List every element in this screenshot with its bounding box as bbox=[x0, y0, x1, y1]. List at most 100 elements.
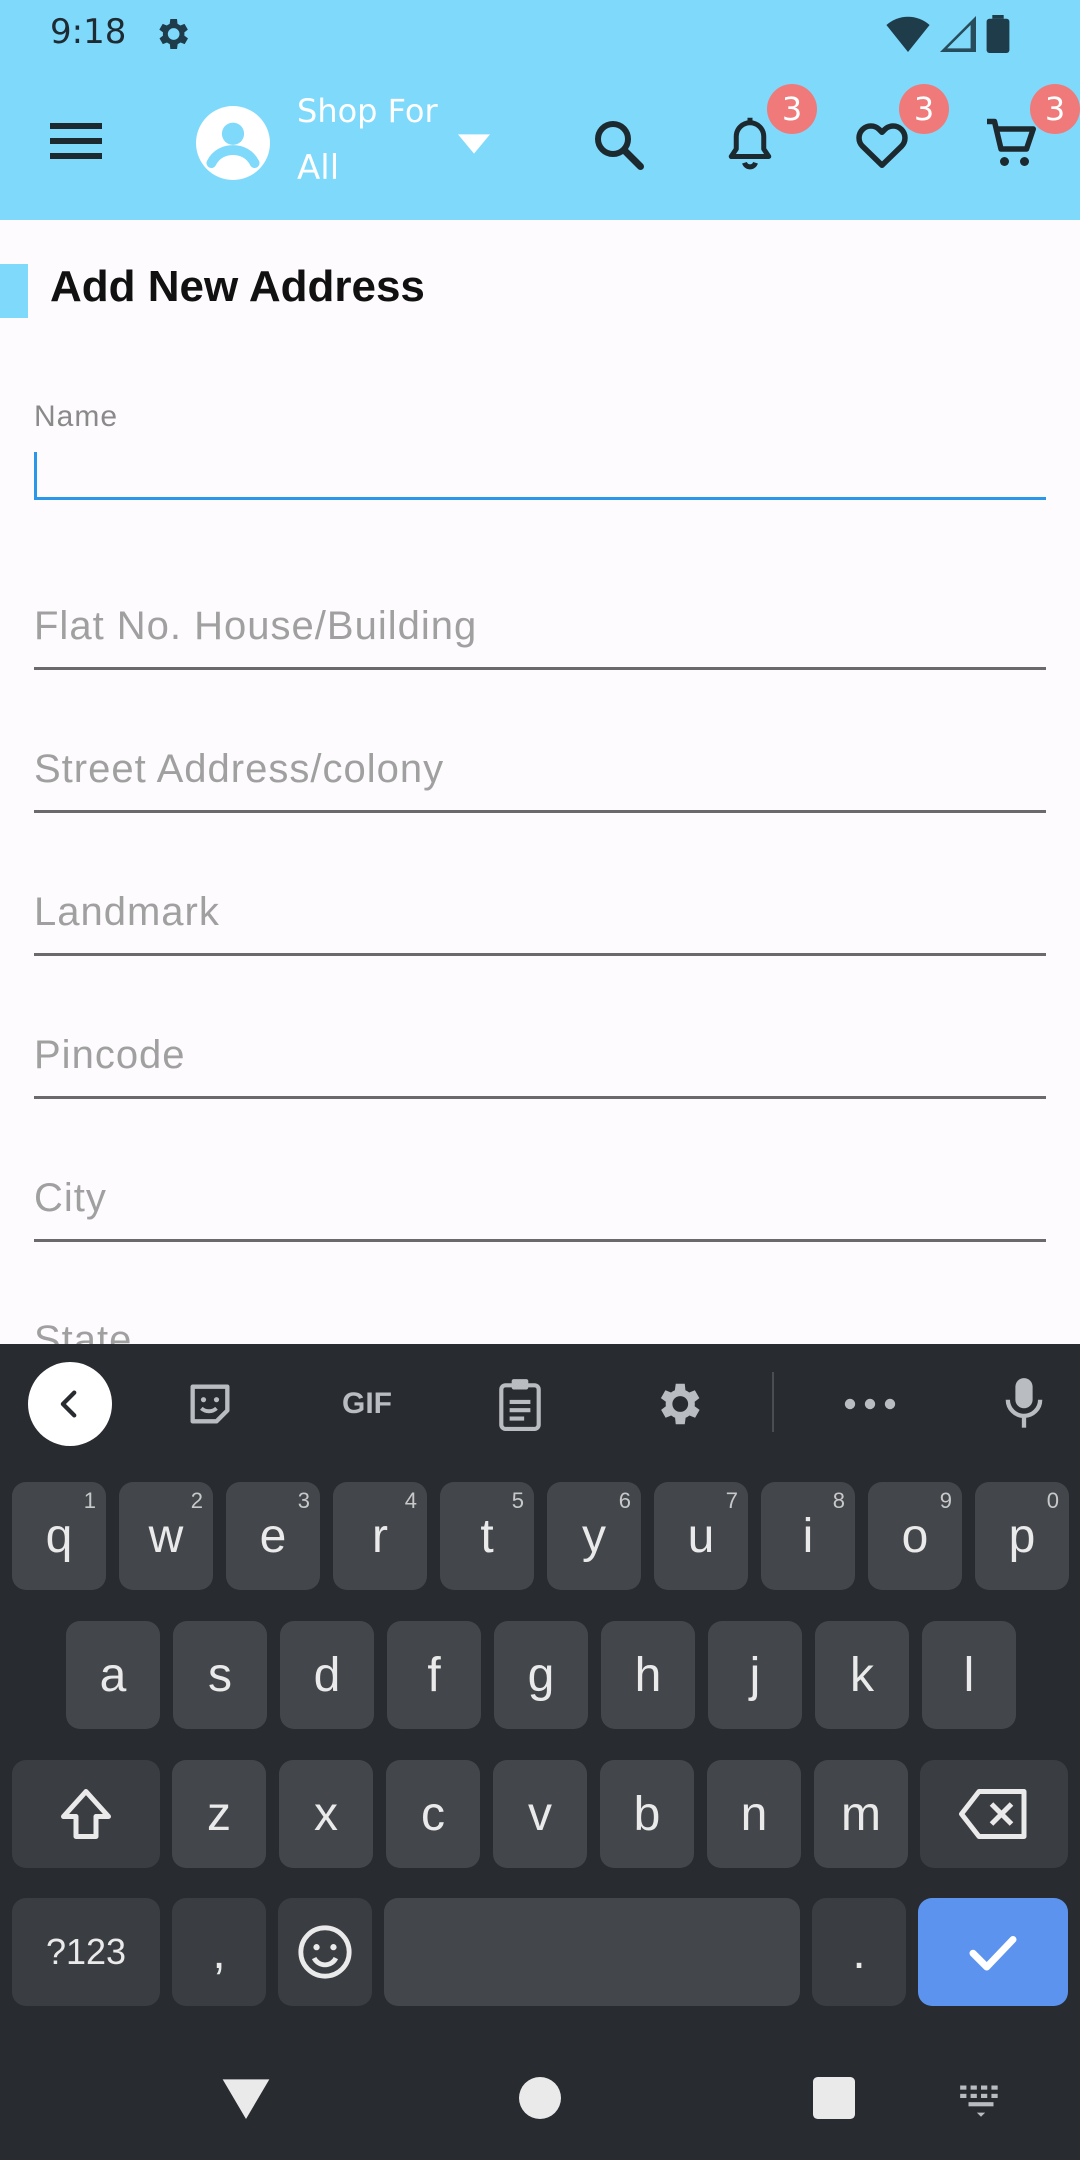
backspace-key[interactable] bbox=[920, 1760, 1068, 1868]
key-label: t bbox=[480, 1509, 494, 1563]
emoji-icon bbox=[298, 1925, 352, 1979]
shop-for-value[interactable]: All bbox=[297, 148, 339, 188]
keyboard-settings-button[interactable] bbox=[648, 1374, 708, 1434]
keyboard-switch-icon[interactable] bbox=[956, 2070, 1006, 2126]
key-w[interactable]: w2 bbox=[119, 1482, 213, 1590]
key-x[interactable]: x bbox=[279, 1760, 373, 1868]
key-u[interactable]: u7 bbox=[654, 1482, 748, 1590]
key-label: e bbox=[259, 1509, 287, 1563]
avatar[interactable] bbox=[196, 106, 270, 180]
more-options-button[interactable] bbox=[840, 1374, 900, 1434]
key-t[interactable]: t5 bbox=[440, 1482, 534, 1590]
key-a[interactable]: a bbox=[66, 1621, 160, 1729]
back-triangle-icon[interactable] bbox=[218, 2070, 274, 2126]
key-p[interactable]: p0 bbox=[975, 1482, 1069, 1590]
cart-badge: 3 bbox=[1030, 84, 1080, 134]
gear-icon bbox=[660, 1383, 700, 1425]
landmark-field-label: Landmark bbox=[34, 890, 220, 934]
key-z[interactable]: z bbox=[172, 1760, 266, 1868]
shift-key[interactable] bbox=[12, 1760, 160, 1868]
key-d[interactable]: d bbox=[280, 1621, 374, 1729]
person-icon bbox=[206, 122, 260, 168]
key-e[interactable]: e3 bbox=[226, 1482, 320, 1590]
key-hint: 7 bbox=[725, 1488, 738, 1513]
key-label: p bbox=[1008, 1509, 1036, 1563]
name-field[interactable]: Name bbox=[34, 400, 1046, 500]
key-label: q bbox=[45, 1509, 73, 1563]
recents-square-icon[interactable] bbox=[806, 2070, 862, 2126]
search-icon[interactable] bbox=[588, 114, 648, 174]
gif-button[interactable]: GIF bbox=[332, 1374, 402, 1434]
pincode-field-label: Pincode bbox=[34, 1033, 186, 1077]
key-g[interactable]: g bbox=[494, 1621, 588, 1729]
period-key[interactable]: . bbox=[812, 1898, 906, 2006]
backspace-icon bbox=[959, 1789, 1027, 1839]
key-h[interactable]: h bbox=[601, 1621, 695, 1729]
state-field[interactable]: State bbox=[34, 1284, 1046, 1344]
keyboard-collapse-button[interactable] bbox=[28, 1362, 112, 1446]
emoji-key[interactable] bbox=[278, 1898, 372, 2006]
enter-key[interactable] bbox=[918, 1898, 1068, 2006]
flat-field[interactable]: Flat No. House/Building bbox=[34, 570, 1046, 670]
comma-key[interactable]: , bbox=[172, 1898, 266, 2006]
status-bar: 9:18 bbox=[0, 0, 1080, 70]
key-hint: 1 bbox=[83, 1488, 96, 1513]
flat-field-label: Flat No. House/Building bbox=[34, 604, 478, 648]
soft-keyboard: GIF q1w2e3r4t5y6u7i8o9p0 asdfghjkl z x c… bbox=[0, 1344, 1080, 2030]
key-hint: 6 bbox=[618, 1488, 631, 1513]
city-field-label: City bbox=[34, 1176, 107, 1220]
key-label: i bbox=[802, 1509, 814, 1563]
clipboard-icon bbox=[499, 1379, 541, 1431]
key-label: u bbox=[687, 1509, 715, 1563]
shop-for-label[interactable]: Shop For bbox=[297, 92, 438, 130]
key-m[interactable]: m bbox=[814, 1760, 908, 1868]
key-y[interactable]: y6 bbox=[547, 1482, 641, 1590]
key-o[interactable]: o9 bbox=[868, 1482, 962, 1590]
key-c[interactable]: c bbox=[386, 1760, 480, 1868]
key-b[interactable]: b bbox=[600, 1760, 694, 1868]
home-circle-icon[interactable] bbox=[512, 2070, 568, 2126]
page-title: Add New Address bbox=[50, 262, 425, 311]
key-hint: 9 bbox=[939, 1488, 952, 1513]
space-key[interactable] bbox=[384, 1898, 800, 2006]
city-field[interactable]: City bbox=[34, 1142, 1046, 1242]
checkmark-icon bbox=[969, 1936, 1017, 1971]
key-f[interactable]: f bbox=[387, 1621, 481, 1729]
key-q[interactable]: q1 bbox=[12, 1482, 106, 1590]
clipboard-button[interactable] bbox=[490, 1374, 550, 1434]
landmark-field[interactable]: Landmark bbox=[34, 856, 1046, 956]
sticker-button[interactable] bbox=[180, 1374, 240, 1434]
chevron-down-icon[interactable] bbox=[458, 134, 490, 154]
address-form-page: Add New Address Name Flat No. House/Buil… bbox=[0, 220, 1080, 1344]
signal-icon bbox=[940, 16, 976, 52]
flat-field-underline bbox=[34, 667, 1046, 670]
battery-icon bbox=[986, 15, 1010, 53]
chevron-left-icon bbox=[60, 1390, 77, 1418]
key-hint: 0 bbox=[1046, 1488, 1059, 1513]
wifi-icon bbox=[886, 16, 930, 52]
key-label: o bbox=[901, 1509, 929, 1563]
key-label: r bbox=[372, 1509, 388, 1563]
voice-input-button[interactable] bbox=[994, 1374, 1054, 1434]
key-hint: 8 bbox=[832, 1488, 845, 1513]
key-hint: 5 bbox=[511, 1488, 524, 1513]
key-n[interactable]: n bbox=[707, 1760, 801, 1868]
key-r[interactable]: r4 bbox=[333, 1482, 427, 1590]
wishlist-badge: 3 bbox=[899, 84, 949, 134]
more-horizontal-icon bbox=[844, 1398, 896, 1410]
pincode-field[interactable]: Pincode bbox=[34, 999, 1046, 1099]
key-s[interactable]: s bbox=[173, 1621, 267, 1729]
key-l[interactable]: l bbox=[922, 1621, 1016, 1729]
cart-icon[interactable] bbox=[982, 114, 1042, 174]
symbols-key[interactable]: ?123 bbox=[12, 1898, 160, 2006]
menu-icon[interactable] bbox=[46, 116, 106, 166]
gif-label: GIF bbox=[342, 1387, 392, 1420]
key-j[interactable]: j bbox=[708, 1621, 802, 1729]
key-hint: 2 bbox=[190, 1488, 203, 1513]
key-i[interactable]: i8 bbox=[761, 1482, 855, 1590]
name-field-label: Name bbox=[34, 400, 119, 433]
key-label: y bbox=[582, 1509, 606, 1563]
street-field[interactable]: Street Address/colony bbox=[34, 713, 1046, 813]
key-k[interactable]: k bbox=[815, 1621, 909, 1729]
key-v[interactable]: v bbox=[493, 1760, 587, 1868]
